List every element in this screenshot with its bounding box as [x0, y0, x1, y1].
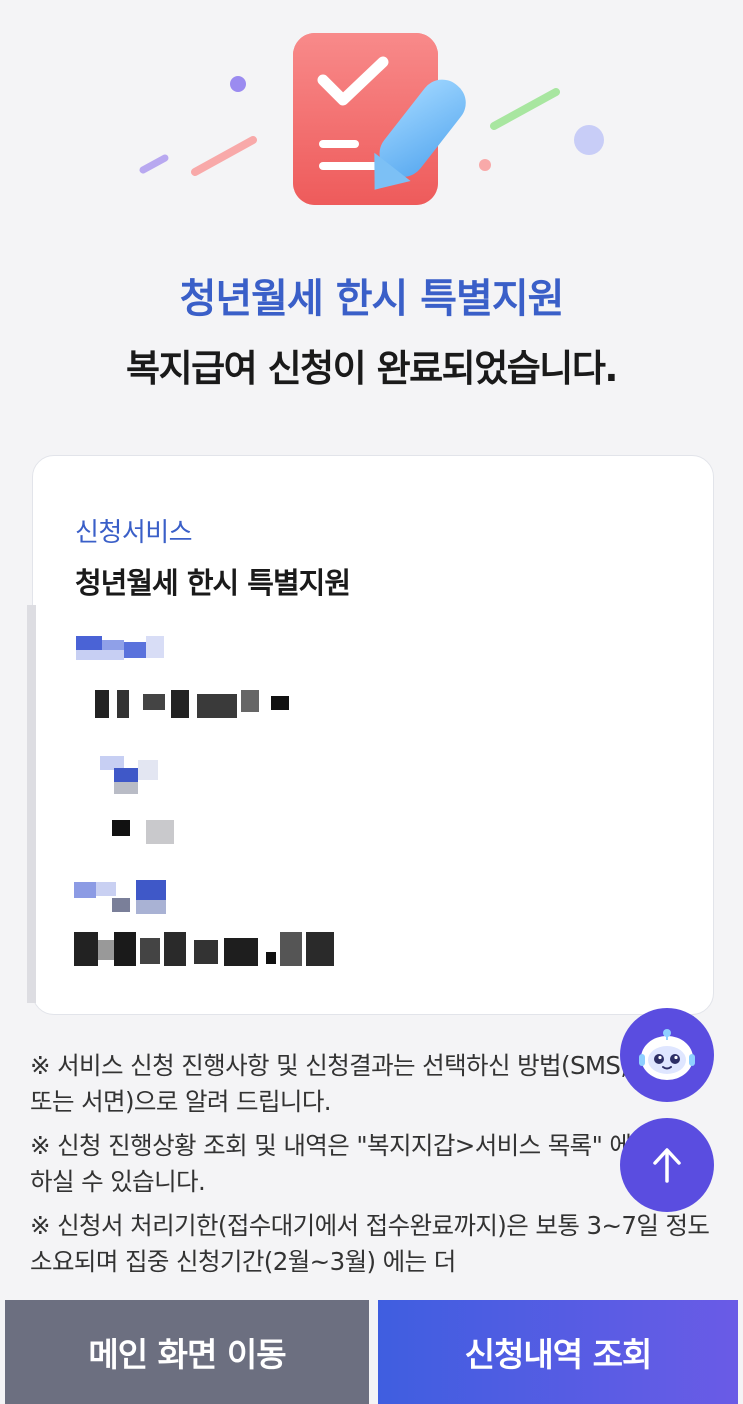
service-label: 신청서비스: [75, 518, 193, 548]
arrow-up-icon: [653, 1148, 681, 1183]
application-complete-page: 청년월세 한시 특별지원 복지급여 신청이 완료되었습니다. 신청서비스 청년월…: [0, 0, 743, 1404]
page-title: 복지급여 신청이 완료되었습니다.: [126, 347, 618, 390]
redacted-field-2-value: [106, 816, 186, 846]
checklist-pen-icon: [139, 33, 604, 205]
bottom-action-bar: 메인 화면 이동 신청내역 조회: [0, 1300, 743, 1404]
notice-list: ※ 서비스 신청 진행사항 및 신청결과는 선택하신 방법(SMS, E-mai…: [30, 1048, 720, 1288]
scroll-to-top-button[interactable]: [620, 1118, 714, 1212]
view-history-button[interactable]: 신청내역 조회: [378, 1300, 738, 1404]
redacted-field-3-label: [74, 878, 194, 918]
notice-item: ※ 신청 진행상황 조회 및 내역은 "복지지갑>서비스 목록" 에서 확인하실…: [30, 1131, 705, 1196]
chatbot-icon: [639, 1029, 695, 1080]
application-summary-card: 신청서비스 청년월세 한시 특별지원: [32, 455, 714, 1015]
hero-illustration: [0, 0, 743, 240]
chatbot-button[interactable]: [620, 1008, 714, 1102]
redacted-field-1-label: [76, 632, 166, 672]
redacted-field-3-value: [74, 932, 344, 968]
card-side-bar: [27, 605, 36, 1003]
notice-item: ※ 서비스 신청 진행사항 및 신청결과는 선택하신 방법(SMS, E-mai…: [30, 1051, 709, 1116]
redacted-field-1-value: [95, 690, 295, 720]
redacted-field-2-label: [84, 756, 164, 796]
page-title-highlight: 청년월세 한시 특별지원: [179, 276, 565, 322]
service-value: 청년월세 한시 특별지원: [75, 566, 351, 600]
go-main-button[interactable]: 메인 화면 이동: [5, 1300, 369, 1404]
notice-item: ※ 신청서 처리기한(접수대기에서 접수완료까지)은 보통 3~7일 정도 소요…: [30, 1211, 710, 1276]
